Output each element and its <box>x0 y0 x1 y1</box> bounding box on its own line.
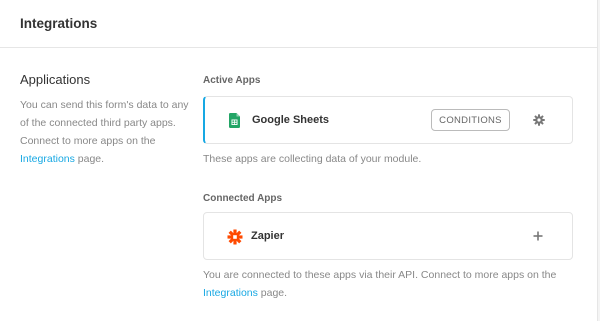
active-apps-section: Active Apps Google Sheets CONDITIONS The… <box>203 75 573 168</box>
applications-text-end: page. <box>74 153 105 165</box>
panel-title: Integrations <box>20 16 98 31</box>
zapier-icon <box>227 229 243 245</box>
connected-app-card: Zapier <box>203 212 573 260</box>
applications-heading: Applications <box>20 72 91 87</box>
conditions-button[interactable]: CONDITIONS <box>431 109 510 131</box>
connected-apps-text-end: page. <box>257 287 288 299</box>
plus-icon[interactable] <box>531 229 545 243</box>
integrations-link-2[interactable]: Integrations <box>203 287 258 299</box>
integrations-panel: Integrations Applications You can send t… <box>0 0 598 321</box>
connected-apps-description: You are connected to these apps via thei… <box>203 266 573 302</box>
gear-icon[interactable] <box>532 113 546 127</box>
active-apps-description: These apps are collecting data of your m… <box>203 153 422 165</box>
applications-description: You can send this form's data to any of … <box>20 96 190 168</box>
connected-apps-section: Connected Apps Zapier You are connected … <box>203 193 573 302</box>
active-apps-label: Active Apps <box>203 75 261 86</box>
google-sheets-icon <box>229 113 240 128</box>
google-sheets-name: Google Sheets <box>252 114 330 126</box>
active-app-card: Google Sheets CONDITIONS <box>203 96 573 144</box>
applications-intro: Applications You can send this form's da… <box>20 72 190 168</box>
connected-apps-text: You are connected to these apps via thei… <box>203 269 557 281</box>
integrations-link[interactable]: Integrations <box>20 153 75 165</box>
zapier-name: Zapier <box>251 230 285 242</box>
panel-header: Integrations <box>0 0 597 48</box>
connected-apps-label: Connected Apps <box>203 193 283 204</box>
applications-text: You can send this form's data to any of … <box>20 99 189 147</box>
